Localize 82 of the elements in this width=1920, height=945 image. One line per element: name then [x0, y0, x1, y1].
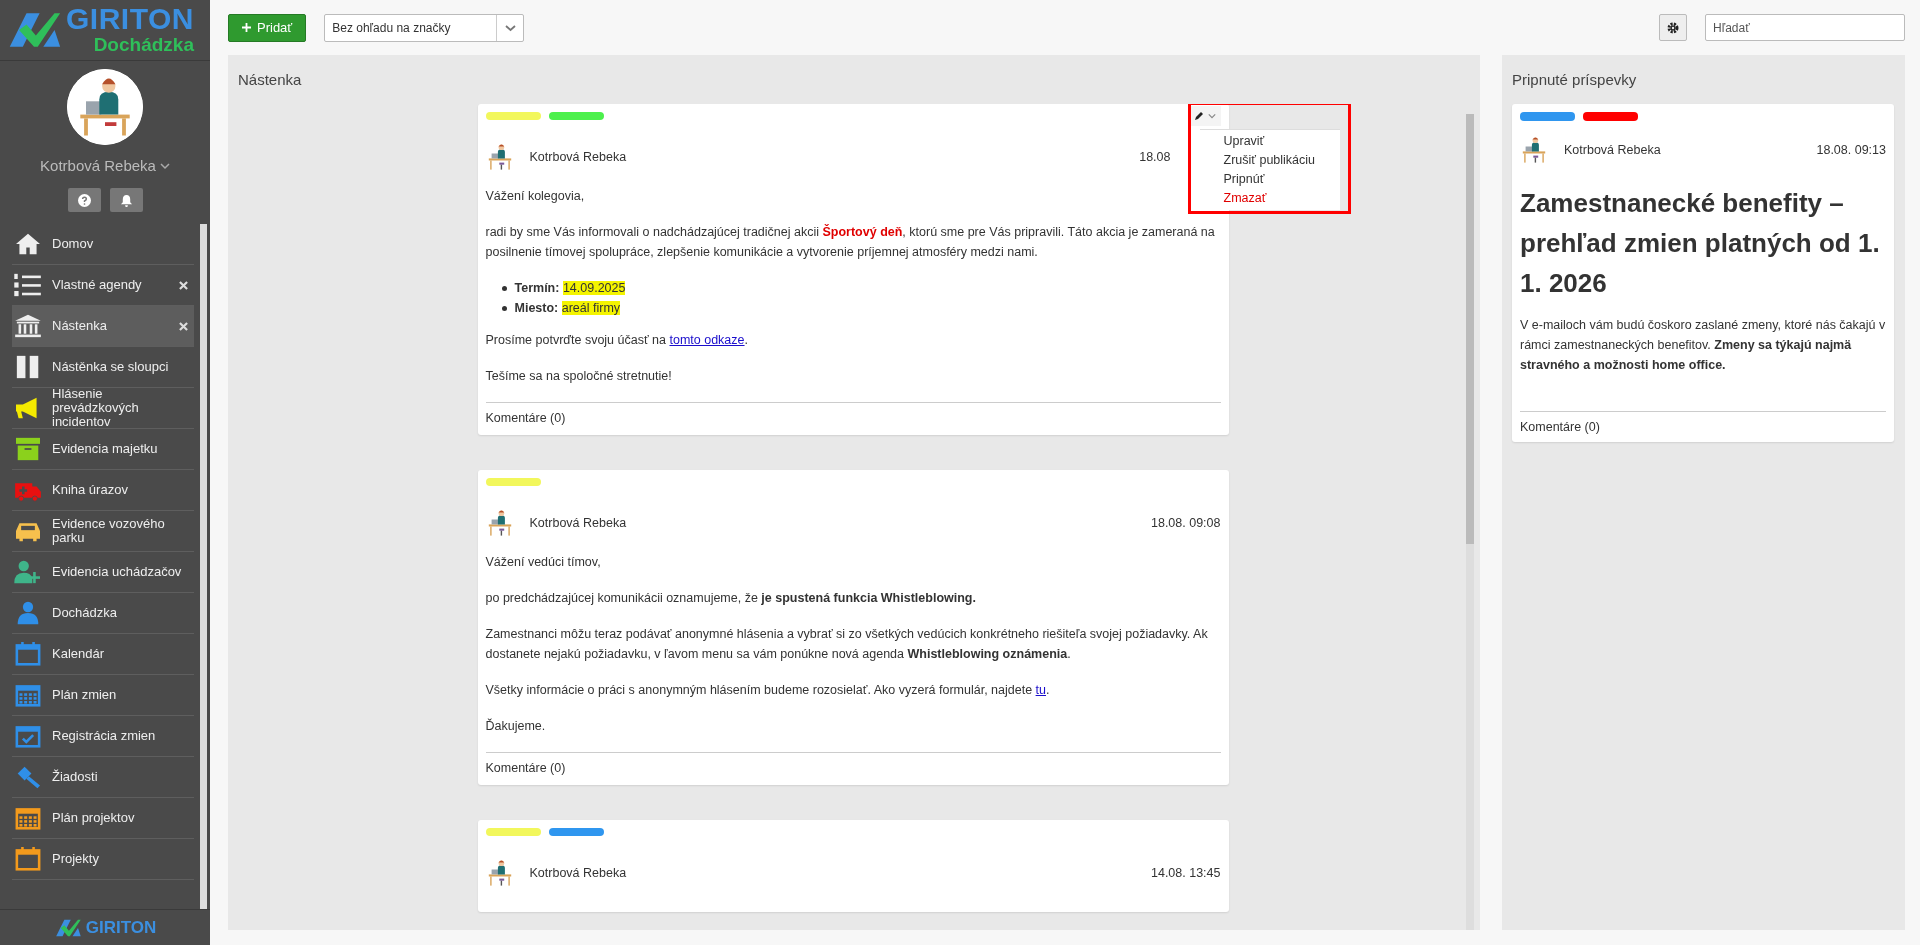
nav-item[interactable]: Domov	[12, 224, 194, 265]
person-at-desk-icon	[1520, 135, 1548, 165]
scrollbar-thumb[interactable]	[1466, 114, 1474, 544]
menu-item[interactable]: Zmazať	[1199, 189, 1340, 208]
product-name: Dochádzka	[93, 34, 194, 56]
calendar-icon	[14, 847, 42, 871]
nav-item[interactable]: Nástenka	[12, 306, 194, 347]
nav-item[interactable]: Evidencia uchádzačov	[12, 552, 194, 593]
caret-icon[interactable]	[159, 161, 170, 170]
add-button[interactable]: Pridať	[228, 13, 307, 42]
paragraph: Prosíme potvrďte svoju účasť na tomto odkaze.	[485, 332, 749, 349]
caret-icon	[1207, 111, 1216, 121]
user-name[interactable]: Kotrbová Rebeka	[40, 157, 156, 174]
menu-item[interactable]: Upraviť	[1199, 132, 1340, 151]
nav-item[interactable]: Registrácia zmien	[12, 716, 194, 757]
link[interactable]: tomto odkaze	[669, 333, 745, 347]
post-date: 14.08. 13:45	[1151, 866, 1221, 880]
paragraph: po predchádzajúcej komunikácii oznamujeme, že je spustená funkcia Whistleblowing.	[485, 590, 977, 607]
link[interactable]: tu	[1035, 683, 1047, 697]
paragraph: Ďakujeme.	[485, 717, 547, 735]
paragraph: Zamestnanci môžu teraz podávať anonymné hlásenia a vybrať si zo všetkých vedúcich konkrétneho riešiteľa svojej požiadavky. Ak dostanete nejakú požiadavku, v ľavom menu sa vám ponúkne nová agenda Whistleblowing oznámenia.	[485, 626, 1209, 663]
list-item: Termín: 14.09.2025	[514, 280, 626, 297]
calendar-grid-icon	[14, 683, 42, 707]
bullet-icon	[501, 285, 507, 291]
calendar-grid-icon	[14, 806, 42, 830]
user-plus-icon	[14, 560, 42, 584]
nav-item[interactable]: Kniha úrazov	[12, 470, 194, 511]
calendar-check-icon	[14, 724, 42, 748]
bank-icon	[14, 314, 42, 338]
home-icon	[14, 232, 42, 256]
help-icon	[77, 193, 91, 207]
bell-icon[interactable]	[109, 188, 143, 212]
author-name: Kotrbová Rebeka	[529, 516, 628, 530]
author-name: Kotrbová Rebeka	[1564, 143, 1662, 157]
panel-title: Nástenka	[237, 70, 303, 90]
paragraph: V e-mailoch vám budú čoskoro zaslané zmeny, ktoré nás čakajú v rámci zamestnaneckých benefitov. Zmeny sa týkajú najmä stravného a možnosti home office.	[1520, 317, 1886, 374]
menu-item[interactable]: Pripnúť	[1199, 170, 1340, 189]
search-field[interactable]: Hľadať	[1705, 14, 1905, 41]
brand-name: GIRITON	[66, 4, 194, 34]
nav-item[interactable]: Kalendár	[12, 634, 194, 675]
close-icon[interactable]	[179, 280, 188, 290]
post-date: 18.08. 09:13	[1816, 143, 1886, 157]
caret-icon	[504, 23, 516, 32]
paragraph: Vážení vedúci tímov,	[485, 554, 602, 571]
post-heading: Zamestnanecké benefity – prehľad zmien platných od 1. 1. 2026	[1520, 187, 1881, 300]
panel-title: Pripnuté príspevky	[1511, 70, 1638, 90]
nav-item[interactable]: Evidencia majetku	[12, 429, 194, 470]
tag-filter-dropdown[interactable]: Bez ohľadu na značky	[324, 13, 525, 42]
list-item: Miesto: areál firmy	[514, 300, 621, 317]
nav-item[interactable]: Plán projektov	[12, 798, 194, 839]
author-name: Kotrbová Rebeka	[529, 150, 628, 164]
box-icon	[14, 437, 42, 461]
post-date: 18.08. 09:08	[1151, 516, 1221, 530]
paragraph: Tešíme sa na spoločné stretnutie!	[485, 368, 673, 385]
nav-item[interactable]: Žiadosti	[12, 757, 194, 798]
comments-link[interactable]: Komentáre (0)	[485, 752, 1221, 775]
nav-item[interactable]: Evidence vozového parku	[12, 511, 194, 552]
gear-icon	[1667, 21, 1679, 34]
scrollbar[interactable]	[200, 224, 207, 909]
logo-icon	[53, 917, 82, 938]
help-button[interactable]	[67, 188, 101, 212]
settings-button[interactable]	[1659, 14, 1687, 41]
calendar-icon	[14, 642, 42, 666]
menu-item[interactable]: Zrušiť publikáciu	[1199, 151, 1340, 170]
bullet-icon	[501, 305, 507, 311]
close-icon[interactable]	[179, 321, 188, 331]
plus-icon	[242, 23, 251, 32]
paragraph: Vážení kolegovia,	[485, 188, 586, 205]
paragraph: Všetky informácie o práci s anonymným hlásením budeme rozosielať. Ako vyzerá formulár, najdete tu.	[485, 682, 1051, 699]
comments-link[interactable]: Komentáre (0)	[1520, 411, 1886, 434]
nav-item[interactable]: Hlásenie prevádzkových incidentov	[12, 388, 194, 429]
nav-item[interactable]: Plán zmien	[12, 675, 194, 716]
author-name: Kotrbová Rebeka	[529, 866, 628, 880]
paragraph: radi by sme Vás informovali o nadchádzajúcej tradičnej akcii Športový deň, ktorú sme pre Vás pripravili. Táto akcia je zameraná na posilnenie tímovej spolupráce, zlepšenie komunikácie a vytvorenie príjemnej atmosféry medzi nami.	[485, 223, 1216, 261]
nav-item[interactable]: Nástěnka se sloupci	[12, 347, 194, 388]
post-date: 18.08	[1139, 150, 1171, 164]
pencil-icon	[1193, 111, 1204, 121]
comments-link[interactable]: Komentáre (0)	[485, 402, 1221, 425]
nav-item[interactable]: Projekty	[12, 839, 194, 880]
nav-item[interactable]: Dochádzka	[12, 593, 194, 634]
numbered-list-icon	[14, 273, 42, 297]
footer-logo-text: GIRITON	[85, 917, 157, 938]
